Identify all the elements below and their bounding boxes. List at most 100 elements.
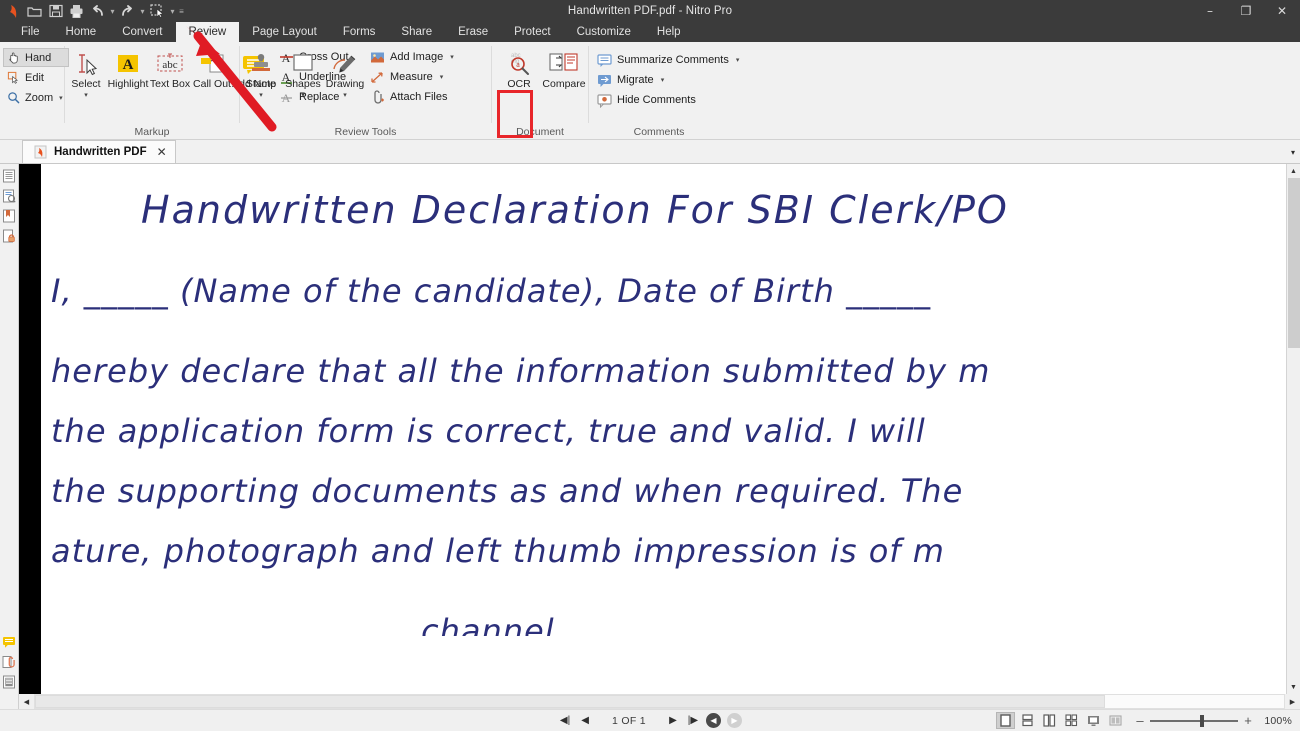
drawing-button[interactable]: Drawing ▾ <box>324 45 366 99</box>
open-icon[interactable] <box>25 2 44 21</box>
migrate-button[interactable]: Migrate ▾ <box>597 71 743 89</box>
vertical-scroll-track[interactable] <box>1286 178 1300 680</box>
shapes-dropdown-icon[interactable]: ▾ <box>301 92 305 99</box>
two-page-continuous-view-button[interactable] <box>1062 712 1081 729</box>
tab-page-layout[interactable]: Page Layout <box>239 22 330 42</box>
two-page-view-button[interactable] <box>1040 712 1059 729</box>
tab-forms[interactable]: Forms <box>330 22 389 42</box>
tab-customize[interactable]: Customize <box>564 22 644 42</box>
undo-icon[interactable] <box>88 2 107 21</box>
previous-view-button[interactable]: ◀ <box>705 713 721 728</box>
attach-files-button[interactable]: Attach Files <box>370 88 458 106</box>
fit-width-view-button[interactable] <box>1106 712 1125 729</box>
tab-home[interactable]: Home <box>53 22 110 42</box>
migrate-dropdown-icon[interactable]: ▾ <box>661 76 665 84</box>
hide-comments-button[interactable]: Hide Comments <box>597 91 743 109</box>
document-tab-label: Handwritten PDF <box>54 146 147 158</box>
tab-help[interactable]: Help <box>644 22 694 42</box>
security-panel-icon[interactable] <box>1 228 17 244</box>
customize-qat-icon[interactable]: ≡ <box>178 2 185 21</box>
tab-protect[interactable]: Protect <box>501 22 563 42</box>
pages-panel-icon[interactable] <box>1 168 17 184</box>
zoom-out-button[interactable]: – <box>1135 713 1145 728</box>
measure-label: Measure <box>390 71 433 83</box>
print-icon[interactable] <box>67 2 86 21</box>
maximize-button[interactable]: ❐ <box>1228 0 1264 22</box>
edit-tool-button[interactable]: Edit <box>3 68 69 87</box>
tab-review[interactable]: Review <box>175 22 240 42</box>
summarize-comments-button[interactable]: Summarize Comments ▾ <box>597 51 743 69</box>
ribbon: Hand Edit Zoom ▾ Select ▾ A Highlight ab… <box>0 42 1300 140</box>
close-button[interactable]: ✕ <box>1264 0 1300 22</box>
vertical-scrollbar[interactable]: ▲ ▼ <box>1286 164 1300 694</box>
summarize-comments-label: Summarize Comments <box>617 54 729 66</box>
zoom-slider-thumb[interactable] <box>1200 714 1204 727</box>
select-dropdown-icon[interactable]: ▾ <box>169 2 176 21</box>
redo-dropdown-icon[interactable]: ▾ <box>139 2 146 21</box>
ocr-button[interactable]: abc efg a OCR <box>498 45 540 91</box>
pdf-page[interactable]: Handwritten Declaration For SBI Clerk/PO… <box>41 164 1286 694</box>
highlight-button[interactable]: A Highlight <box>107 45 149 91</box>
first-page-button[interactable]: ◀| <box>558 713 572 729</box>
shapes-button[interactable]: Shapes ▾ <box>282 45 324 99</box>
horizontal-scroll-thumb[interactable] <box>35 695 1105 708</box>
attachments-panel-icon[interactable] <box>1 654 17 670</box>
nitro-logo-icon[interactable] <box>4 2 23 21</box>
document-viewer[interactable]: Handwritten Declaration For SBI Clerk/PO… <box>19 164 1300 694</box>
drawing-dropdown-icon[interactable]: ▾ <box>343 92 347 99</box>
layers-panel-icon[interactable] <box>1 674 17 690</box>
title-bar: ▾ ▾ ▾ ≡ Handwritten PDF.pdf - Nitro Pro … <box>0 0 1300 22</box>
undo-dropdown-icon[interactable]: ▾ <box>109 2 116 21</box>
select-dropdown-caret-icon[interactable]: ▾ <box>84 92 88 99</box>
document-tab-handwritten-pdf[interactable]: Handwritten PDF ✕ <box>22 140 176 163</box>
text-box-button[interactable]: abc Text Box <box>149 45 191 91</box>
hand-tool-button[interactable]: Hand <box>3 48 69 67</box>
redo-icon[interactable] <box>118 2 137 21</box>
tab-convert[interactable]: Convert <box>109 22 175 42</box>
summarize-comments-dropdown-icon[interactable]: ▾ <box>736 56 740 64</box>
single-page-view-button[interactable] <box>996 712 1015 729</box>
compare-button[interactable]: Compare <box>540 45 588 91</box>
zoom-slider-track <box>1150 719 1238 722</box>
continuous-view-button[interactable] <box>1018 712 1037 729</box>
zoom-slider[interactable] <box>1150 714 1238 727</box>
bookmarks-panel-icon[interactable] <box>1 208 17 224</box>
next-view-button[interactable]: ▶ <box>726 713 742 728</box>
zoom-dropdown-icon[interactable]: ▾ <box>59 94 63 102</box>
add-image-button[interactable]: Add Image ▾ <box>370 48 458 66</box>
measure-dropdown-icon[interactable]: ▾ <box>440 73 444 81</box>
scroll-up-icon[interactable]: ▲ <box>1287 164 1300 178</box>
document-info-panel-icon[interactable] <box>1 188 17 204</box>
horizontal-scroll-track[interactable] <box>34 694 1285 709</box>
handwritten-line-3: the application form is correct, true an… <box>51 412 926 450</box>
select-tool-icon[interactable] <box>148 2 167 21</box>
previous-page-button[interactable]: ◀ <box>578 713 592 729</box>
scroll-left-icon[interactable]: ◀ <box>19 694 34 709</box>
zoom-tool-button[interactable]: Zoom ▾ <box>3 88 69 107</box>
minimize-button[interactable]: – <box>1192 0 1228 22</box>
close-icon[interactable]: ✕ <box>157 145 167 159</box>
text-box-icon: abc <box>156 47 184 77</box>
fit-page-view-button[interactable] <box>1084 712 1103 729</box>
comments-panel-icon[interactable] <box>1 634 17 650</box>
add-image-dropdown-icon[interactable]: ▾ <box>450 53 454 61</box>
vertical-scroll-thumb[interactable] <box>1287 178 1300 348</box>
tab-file[interactable]: File <box>8 22 53 42</box>
document-tab-overflow-icon[interactable]: ▾ <box>1286 140 1300 164</box>
stamp-button[interactable]: Stamp ▾ <box>240 45 282 99</box>
call-out-button[interactable]: Call Out <box>191 45 233 91</box>
review-tools-group-label: Review Tools <box>334 126 397 138</box>
save-icon[interactable] <box>46 2 65 21</box>
scroll-right-icon[interactable]: ▶ <box>1285 694 1300 709</box>
tab-share[interactable]: Share <box>388 22 445 42</box>
scroll-down-icon[interactable]: ▼ <box>1287 680 1300 694</box>
last-page-button[interactable]: |▶ <box>686 713 700 729</box>
next-page-button[interactable]: ▶ <box>666 713 680 729</box>
measure-button[interactable]: Measure ▾ <box>370 68 458 86</box>
select-button[interactable]: Select ▾ <box>65 45 107 99</box>
stamp-dropdown-icon[interactable]: ▾ <box>259 92 263 99</box>
tab-erase[interactable]: Erase <box>445 22 501 42</box>
nitro-pro-window: ▾ ▾ ▾ ≡ Handwritten PDF.pdf - Nitro Pro … <box>0 0 1300 731</box>
zoom-in-button[interactable]: + <box>1243 713 1253 728</box>
edit-tool-label: Edit <box>25 71 44 84</box>
